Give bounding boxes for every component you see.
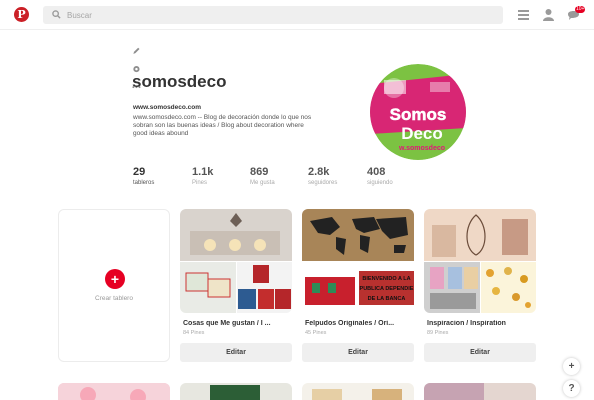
felpudo-text-1: BIENVENIDO A LA — [362, 276, 410, 282]
profile-website-link[interactable]: www.somosdeco.com — [133, 104, 201, 111]
add-pin-button[interactable]: + — [563, 358, 580, 375]
stat-pins-label: Pines — [192, 180, 208, 186]
board-pin-count: 84 Pines — [183, 330, 205, 336]
profile-bio: www.somosdeco.com -- Blog de decoración … — [133, 114, 312, 137]
board-card-partial[interactable] — [302, 383, 414, 400]
board-title[interactable]: Inspiracion / Inspiration — [427, 320, 533, 327]
board-cover-image — [180, 383, 292, 400]
stat-likes-label: Me gusta — [250, 180, 275, 186]
edit-profile-icon[interactable] — [132, 47, 141, 55]
felpudo-text-2: PUBLICA DEPENDIE — [360, 286, 414, 292]
stat-pins[interactable]: 1.1k Pines — [192, 166, 252, 186]
board-card[interactable]: BIENVENIDO A LA PUBLICA DEPENDIE DE LA B… — [302, 209, 414, 362]
board-cover-image — [302, 383, 414, 400]
stat-pins-number: 1.1k — [192, 166, 214, 178]
top-bar: P 10+ — [0, 0, 594, 30]
board-cover[interactable]: BIENVENIDO A LA PUBLICA DEPENDIE DE LA B… — [302, 209, 414, 313]
create-board-card[interactable]: + Crear tablero — [58, 209, 170, 362]
stat-likes[interactable]: 869 Me gusta — [250, 166, 310, 186]
board-card-partial[interactable] — [424, 383, 536, 400]
board-card[interactable]: Inspiracion / Inspiration 89 Pines Edita… — [424, 209, 536, 362]
board-pin-count: 89 Pines — [427, 330, 449, 336]
search-bar[interactable] — [43, 6, 503, 24]
board-cover-image — [180, 209, 292, 313]
stat-followers[interactable]: 2.8k seguidores — [308, 166, 368, 186]
somosdeco-logo: Somos Deco w.somosdeco — [370, 64, 466, 160]
board-cover[interactable] — [180, 209, 292, 313]
board-cover[interactable] — [424, 209, 536, 313]
board-cover-image: BIENVENIDO A LA PUBLICA DEPENDIE DE LA B… — [302, 209, 414, 313]
edit-board-button[interactable]: Editar — [302, 343, 414, 362]
board-card-partial[interactable] — [180, 383, 292, 400]
create-board-label: Crear tablero — [95, 295, 133, 302]
board-cover-image — [58, 383, 170, 400]
menu-icon[interactable] — [517, 8, 530, 21]
board-title[interactable]: Felpudos Originales / Ori... — [305, 320, 411, 327]
pinterest-logo[interactable]: P — [14, 7, 29, 22]
profile-username: somosdeco — [132, 72, 227, 91]
stat-following-label: siguiendo — [367, 180, 393, 186]
create-board-plus-icon[interactable]: + — [105, 269, 125, 289]
edit-board-button[interactable]: Editar — [424, 343, 536, 362]
avatar-text-bottom: Deco — [401, 124, 443, 143]
board-card[interactable]: Cosas que Me gustan / I ... 84 Pines Edi… — [180, 209, 292, 362]
felpudo-text-3: DE LA BANCA — [368, 296, 406, 302]
stat-boards-number: 29 — [133, 166, 146, 178]
profile-icon[interactable] — [542, 8, 555, 21]
edit-board-button[interactable]: Editar — [180, 343, 292, 362]
avatar-text-url: w.somosdeco — [398, 145, 445, 152]
help-button[interactable]: ? — [563, 380, 580, 397]
board-card-partial[interactable] — [58, 383, 170, 400]
search-icon — [52, 10, 61, 19]
stat-following-number: 408 — [367, 166, 386, 178]
stat-following[interactable]: 408 siguiendo — [367, 166, 427, 186]
stat-likes-number: 869 — [250, 166, 269, 178]
profile-avatar: Somos Deco w.somosdeco — [370, 64, 466, 160]
search-input[interactable] — [67, 8, 487, 22]
avatar-text-top: Somos — [390, 105, 447, 124]
board-pin-count: 45 Pines — [305, 330, 327, 336]
stat-boards[interactable]: 29 tableros — [133, 166, 193, 186]
stat-followers-label: seguidores — [308, 180, 338, 186]
stat-followers-number: 2.8k — [308, 166, 330, 178]
board-cover-image — [424, 209, 536, 313]
stat-boards-label: tableros — [133, 180, 155, 186]
profile-actions — [132, 42, 141, 88]
board-cover-image — [424, 383, 536, 400]
notifications-badge: 10+ — [575, 6, 586, 13]
board-title[interactable]: Cosas que Me gustan / I ... — [183, 320, 289, 327]
